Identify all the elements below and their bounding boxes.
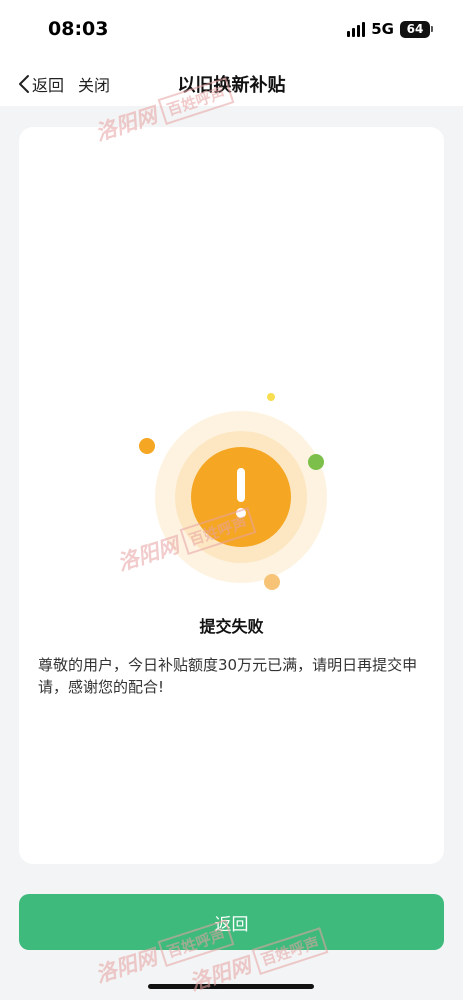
decor-dot-peach <box>264 574 280 590</box>
decor-dot-green <box>308 454 324 470</box>
result-title: 提交失败 <box>199 617 264 636</box>
battery-level: 64 <box>400 20 430 38</box>
network-type: 5G <box>371 20 394 38</box>
result-card: 提交失败 尊敬的用户，今日补贴额度30万元已满，请明日再提交申请，感谢您的配合! <box>19 127 444 864</box>
status-time: 08:03 <box>48 18 109 40</box>
warning-illustration <box>139 393 327 590</box>
decor-dot-yellow <box>267 393 275 401</box>
page-title: 以旧换新补贴 <box>177 75 286 96</box>
signal-icon <box>347 21 366 37</box>
home-indicator <box>148 984 314 989</box>
return-button[interactable]: 返回 <box>19 894 444 950</box>
status-bar: 08:03 5G 64 <box>0 0 463 62</box>
result-message: 尊敬的用户，今日补贴额度30万元已满，请明日再提交申请，感谢您的配合! <box>38 656 418 696</box>
exclamation-icon <box>237 468 245 502</box>
status-indicators: 5G 64 <box>347 20 433 38</box>
battery-icon: 64 <box>400 20 433 38</box>
decor-dot-orange <box>139 438 155 454</box>
nav-bar: 返回 关闭 以旧换新补贴 <box>0 62 463 106</box>
